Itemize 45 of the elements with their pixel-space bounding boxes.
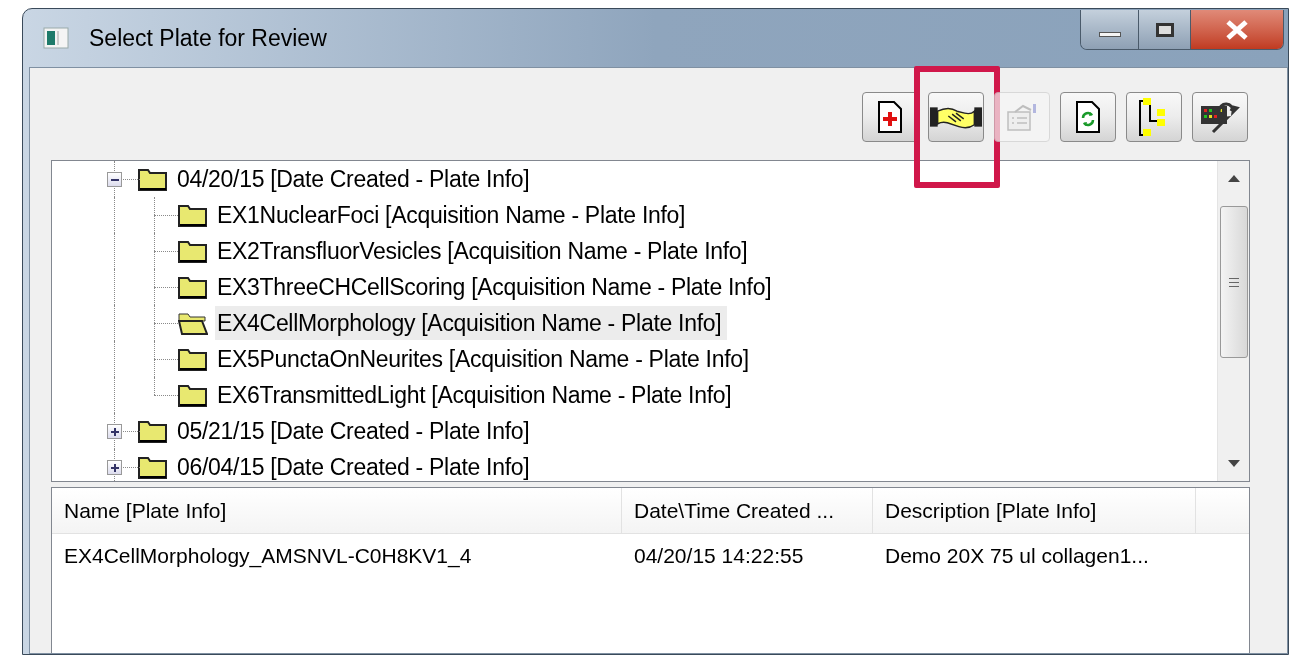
- scroll-up-icon: [1227, 175, 1240, 182]
- folder-icon: [138, 455, 168, 479]
- app-icon: [43, 27, 69, 49]
- table-cell-text: EX4CellMorphology_AMSNVL-C0H8KV1_4: [63, 543, 473, 570]
- close-icon: [1225, 19, 1249, 40]
- window-title: Select Plate for Review: [89, 23, 327, 53]
- toolbar-button[interactable]: [1060, 92, 1116, 142]
- tree-item[interactable]: EX2TransfluorVesicles [Acquisition Name - Plate Info]: [215, 233, 754, 269]
- column-header[interactable]: Date\Time Created ...: [622, 488, 873, 533]
- new-document-icon: [877, 100, 903, 134]
- tree-item[interactable]: EX1NuclearFoci [Acquisition Name - Plate Info]: [215, 197, 692, 233]
- tree-item[interactable]: EX3ThreeCHCellScoring [Acquisition Name - Plate Info]: [215, 269, 778, 305]
- expand-toggle[interactable]: [107, 424, 122, 439]
- open-folder-icon: [178, 311, 208, 335]
- column-header[interactable]: Name [Plate Info]: [52, 488, 622, 533]
- tree-item[interactable]: EX6TransmittedLight [Acquisition Name - Plate Info]: [215, 377, 738, 413]
- column-header[interactable]: Description [Plate Info]: [873, 488, 1196, 533]
- folder-icon: [138, 167, 168, 191]
- collapse-toggle[interactable]: [107, 172, 122, 187]
- maximize-button[interactable]: [1139, 10, 1191, 49]
- tree-item[interactable]: 04/20/15 [Date Created - Plate Info]: [175, 161, 532, 197]
- folder-icon: [178, 275, 208, 299]
- folder-icon: [178, 203, 208, 227]
- tree-item[interactable]: 06/04/15 [Date Created - Plate Info]: [175, 449, 532, 481]
- plate-wrench-icon: [1199, 100, 1241, 134]
- folder-icon: [178, 383, 208, 407]
- tree-item[interactable]: EX4CellMorphology [Acquisition Name - Plate Info]: [215, 305, 728, 341]
- form-icon: [1005, 102, 1039, 132]
- table-cell-text: 04/20/15 14:22:55: [633, 543, 805, 570]
- toolbar-button[interactable]: [1126, 92, 1182, 142]
- folder-icon: [138, 419, 168, 443]
- expand-toggle[interactable]: [107, 460, 122, 475]
- scroll-down-icon: [1227, 460, 1240, 467]
- refresh-document-icon: [1075, 100, 1101, 134]
- folder-icon: [178, 239, 208, 263]
- scrollbar-thumb[interactable]: [1219, 206, 1248, 358]
- toolbar-button[interactable]: [1192, 92, 1248, 142]
- tree-item[interactable]: 05/21/15 [Date Created - Plate Info]: [175, 413, 532, 449]
- tree-item[interactable]: EX5PunctaOnNeurites [Acquisition Name - Plate Info]: [215, 341, 755, 377]
- minimize-button[interactable]: [1081, 10, 1139, 49]
- toolbar-button[interactable]: [928, 92, 984, 142]
- table-cell-text: Demo 20X 75 ul collagen1...: [884, 543, 1150, 570]
- scrollbar[interactable]: [1217, 161, 1249, 481]
- folder-icon: [178, 347, 208, 371]
- close-button[interactable]: [1191, 10, 1283, 49]
